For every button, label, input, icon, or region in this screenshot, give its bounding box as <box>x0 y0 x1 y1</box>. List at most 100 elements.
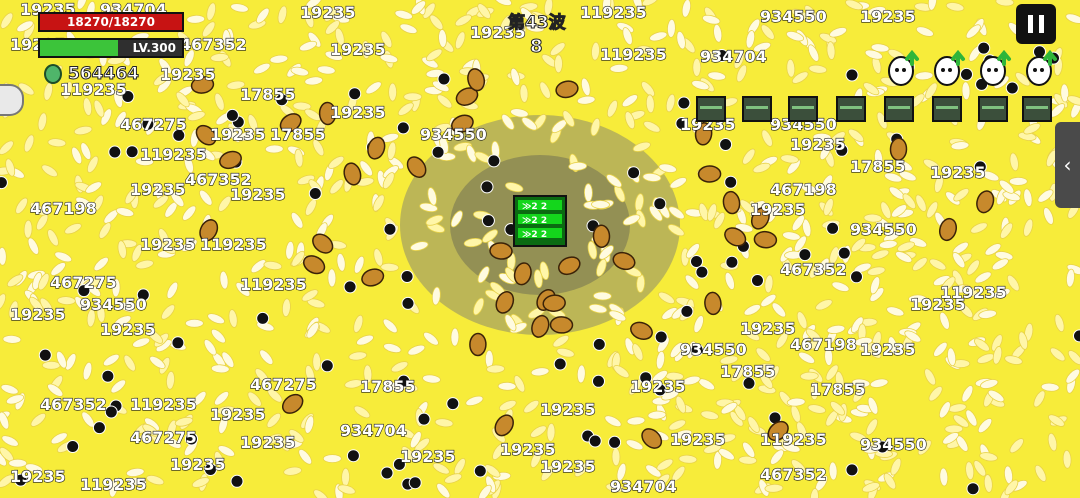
bullet <box>348 87 362 101</box>
damage-number: 467352 <box>40 395 107 414</box>
left-side-button[interactable] <box>0 84 24 116</box>
damage-number: 467198 <box>790 335 857 354</box>
damage-number: 17855 <box>810 380 866 399</box>
damage-number: 119235 <box>940 283 1007 302</box>
damage-number: 467275 <box>130 428 197 447</box>
rice-grain <box>611 447 621 467</box>
bullet <box>171 336 185 350</box>
chest-icon <box>742 96 772 122</box>
bullet <box>680 304 694 318</box>
damage-number: 19235 <box>10 305 66 324</box>
bullet <box>653 197 667 211</box>
damage-number: 934550 <box>860 435 927 454</box>
wave-enemy-count: 8 <box>530 36 543 58</box>
chest-icon <box>932 96 962 122</box>
chest-icon <box>696 96 726 122</box>
potato-enemy <box>592 224 611 248</box>
potato-enemy <box>469 332 487 357</box>
bullet <box>0 176 8 190</box>
bullet <box>480 180 494 194</box>
bullet <box>408 476 422 490</box>
gem-icon <box>44 64 62 84</box>
level-text: LV.300 <box>132 41 176 55</box>
rice-grain <box>403 92 423 102</box>
bullet <box>417 412 431 426</box>
damage-number: 119235 <box>80 475 147 494</box>
pause-icon-bar <box>1039 15 1044 33</box>
bullet <box>481 214 495 228</box>
bullet <box>92 421 106 435</box>
damage-number: 119235 <box>140 145 207 164</box>
bullet <box>487 154 501 168</box>
bullet <box>125 145 139 159</box>
bullet <box>627 166 641 180</box>
damage-number: 467352 <box>180 35 247 54</box>
damage-number: 467275 <box>50 273 117 292</box>
damage-number: 19235 <box>300 3 356 22</box>
bullet <box>108 145 122 159</box>
damage-number: 19235 <box>160 65 216 84</box>
damage-number: 119235 <box>130 395 197 414</box>
rice-grain <box>388 82 398 102</box>
rice-grain <box>593 291 612 301</box>
chest-icon <box>836 96 866 122</box>
bullet <box>724 175 738 189</box>
damage-number: 467275 <box>250 375 317 394</box>
egg-upgrade-icon[interactable] <box>1024 50 1058 86</box>
side-panel-tab[interactable]: ‹ <box>1055 122 1080 208</box>
rice-grain <box>554 54 563 74</box>
damage-number: 17855 <box>360 377 416 396</box>
damage-number: 17855 <box>270 125 326 144</box>
damage-number: 19235 <box>750 200 806 219</box>
damage-number: 19235 <box>140 235 196 254</box>
egg-upgrade-icon[interactable] <box>978 50 1012 86</box>
damage-number: 934550 <box>420 125 487 144</box>
bullet <box>38 348 52 362</box>
bullet <box>798 248 812 262</box>
rice-grain <box>1008 176 1028 186</box>
damage-number: 19235 <box>630 377 686 396</box>
rice-grain <box>944 424 964 434</box>
rice-grain <box>450 327 460 347</box>
rice-grain <box>583 183 593 203</box>
damage-number: 934704 <box>610 477 677 496</box>
damage-number: 934704 <box>700 47 767 66</box>
damage-number: 19235 <box>740 319 796 338</box>
chevron-left-icon: ‹ <box>1063 153 1072 177</box>
rice-grain <box>264 144 284 154</box>
bullet <box>826 221 840 235</box>
bullet <box>400 270 414 283</box>
damage-number: 19235 <box>230 185 286 204</box>
bullet <box>225 108 239 122</box>
damage-number: 19235 <box>860 340 916 359</box>
rice-grain <box>341 467 351 487</box>
player-character: ≫2 2 ≫2 2 ≫2 2 <box>513 195 567 247</box>
damage-number: 467352 <box>760 465 827 484</box>
rice-grain <box>591 200 610 209</box>
damage-number: 19235 <box>330 40 386 59</box>
bullet <box>446 397 460 411</box>
bullet <box>850 270 863 284</box>
damage-number: 19235 <box>540 400 596 419</box>
bullet <box>608 435 622 449</box>
potato-enemy <box>697 165 722 183</box>
bullet <box>588 434 602 448</box>
bullet <box>256 311 270 325</box>
egg-upgrade-icon[interactable] <box>886 50 920 86</box>
pause-button[interactable] <box>1016 4 1056 44</box>
bullet <box>837 246 851 260</box>
bullet <box>101 369 115 383</box>
bullet <box>695 265 709 279</box>
bullet <box>346 449 360 463</box>
rice-grain <box>41 360 61 370</box>
egg-upgrade-icon[interactable] <box>932 50 966 86</box>
bullet <box>690 255 703 268</box>
level-bar: LV.300 <box>38 38 184 58</box>
bullet <box>677 96 691 110</box>
damage-number: 19235 <box>210 405 266 424</box>
bullet <box>66 440 80 453</box>
bullet <box>725 255 739 269</box>
chest-icon <box>788 96 818 122</box>
game-stage[interactable]: 19235 934704 19235 19235 119235 934550 19235 19… <box>0 0 1080 498</box>
rice-grain <box>312 352 322 372</box>
